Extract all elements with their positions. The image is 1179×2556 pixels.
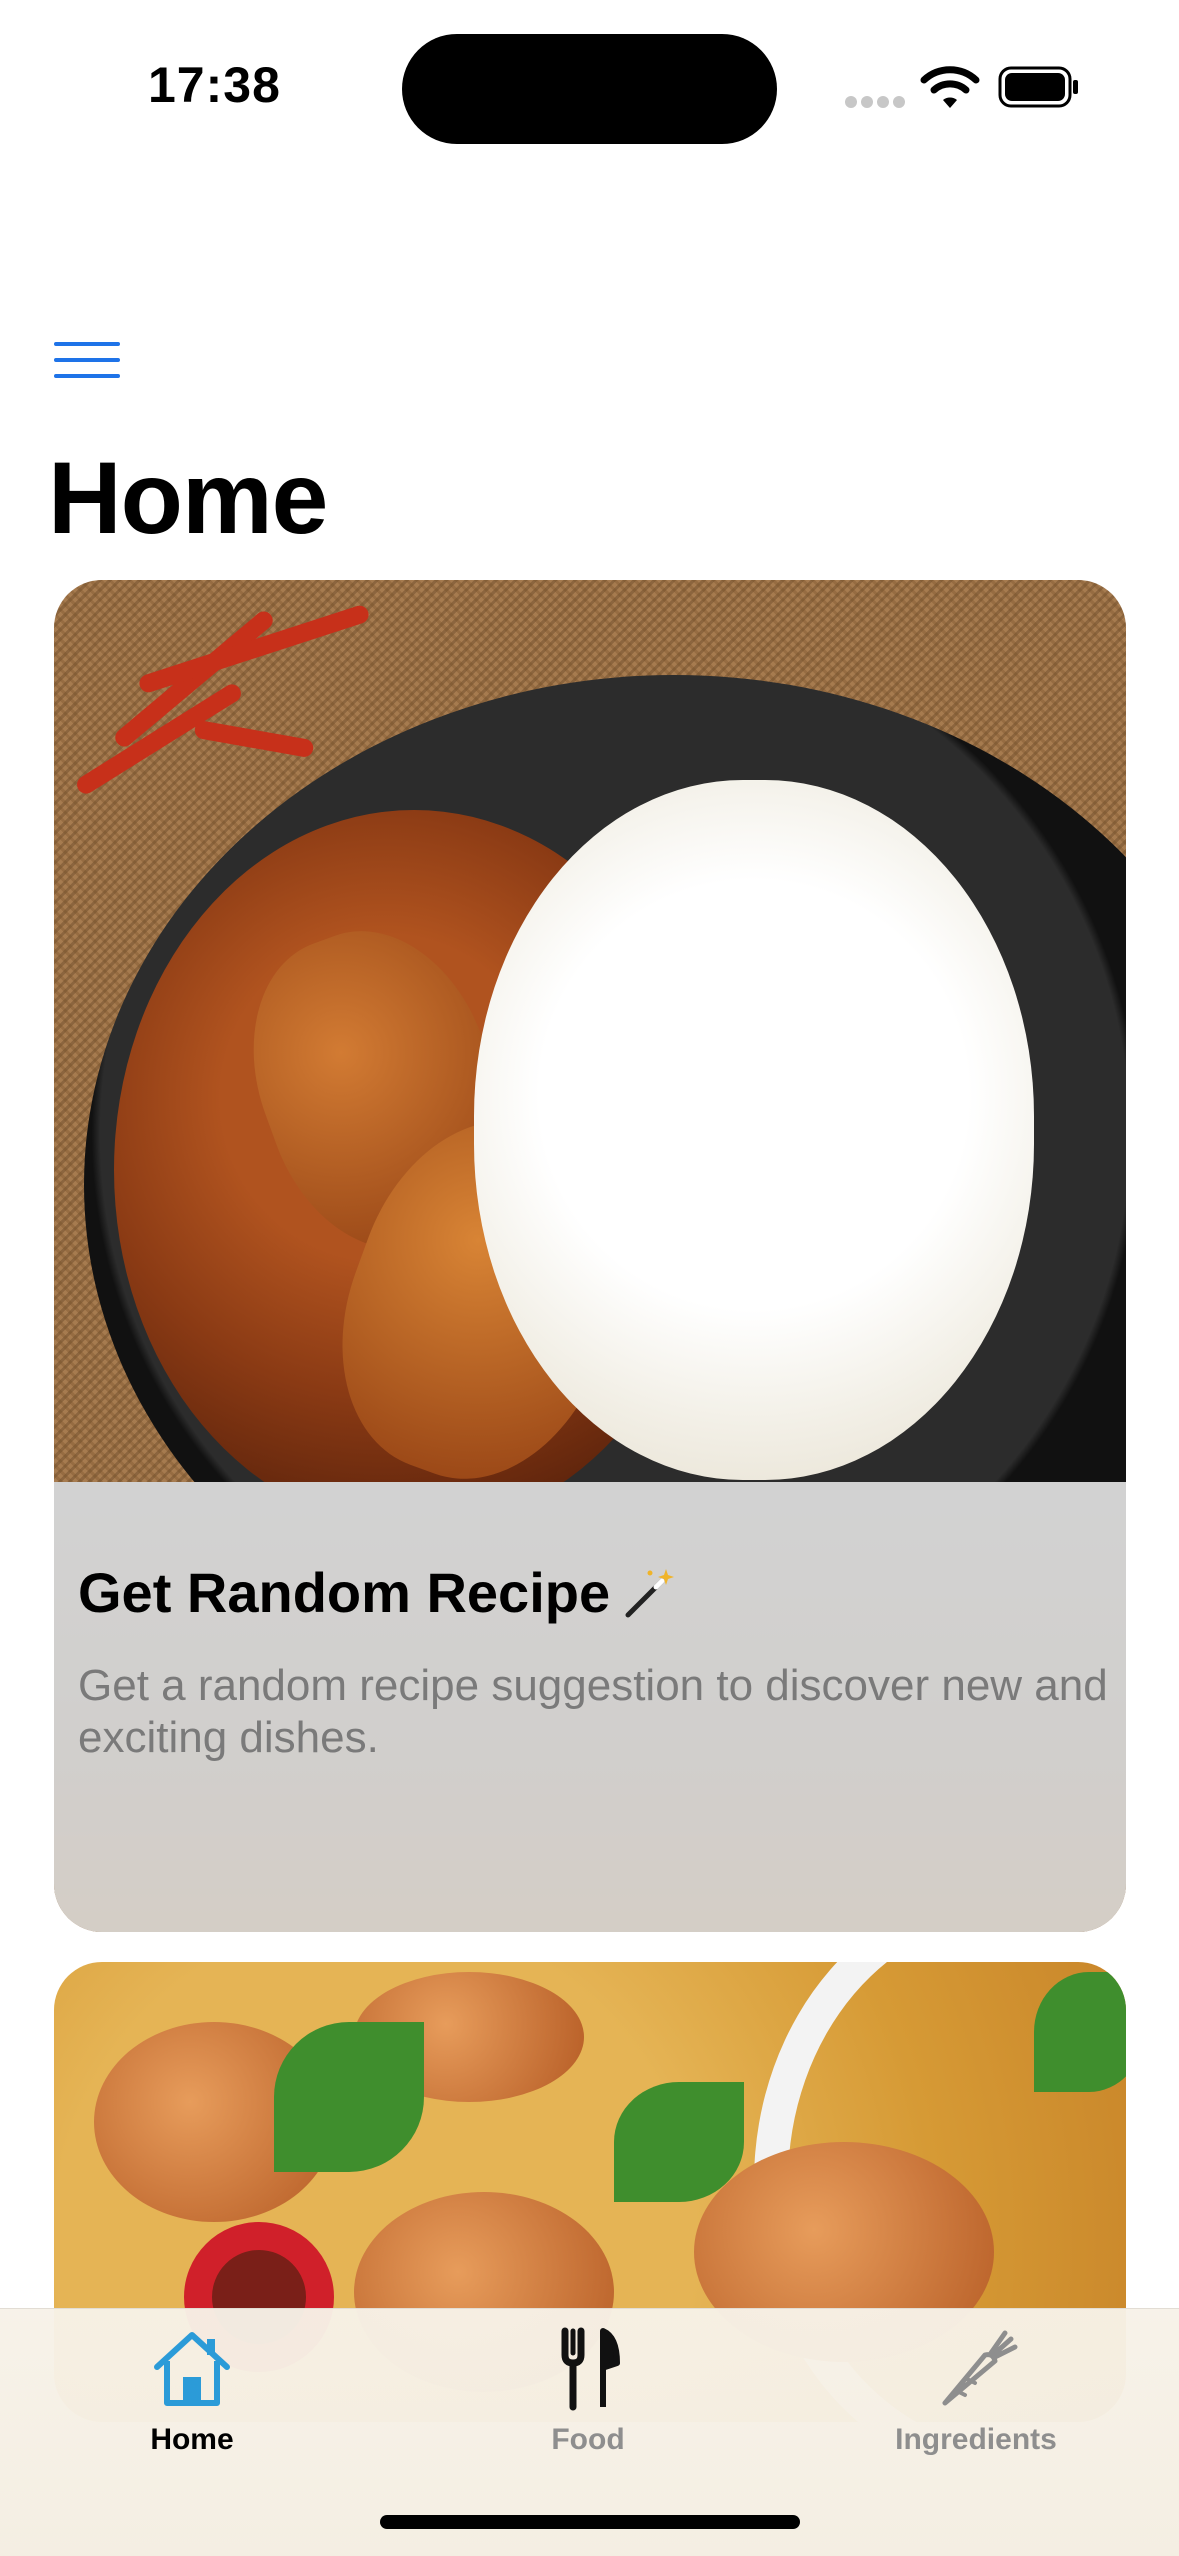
carrot-icon [942,2330,1018,2406]
card-title-text: Get Random Recipe [78,1561,611,1624]
signal-icon [845,96,905,110]
card-description: Get a random recipe suggestion to discov… [78,1661,1108,1762]
fork-knife-icon [561,2327,620,2411]
home-indicator [380,2515,800,2529]
tab-ingredients[interactable]: Ingredients [846,2323,1106,2463]
battery-icon [998,66,1078,108]
dynamic-island [402,34,777,144]
house-icon [154,2332,230,2406]
random-recipe-card[interactable]: Get Random Recipe Get a random recipe su… [54,580,1126,1932]
wifi-icon [920,66,980,108]
tab-food-label: Food [551,2423,625,2456]
cilantro-image [614,2082,744,2202]
page-title: Home [48,441,328,555]
magic-wand-icon [625,1568,675,1617]
tab-home-label: Home [150,2423,234,2456]
card-info-panel: Get Random Recipe Get a random recipe su… [54,1482,1126,1932]
status-time: 17:38 [148,57,281,113]
menu-icon[interactable] [54,340,120,380]
rice-image [474,780,1034,1480]
status-bar: 17:38 [0,0,1179,160]
tab-food[interactable]: Food [458,2323,718,2463]
cilantro-image [274,2022,424,2172]
card-title: Get Random Recipe [78,1560,676,1625]
tab-ingredients-label: Ingredients [895,2423,1057,2456]
tab-home[interactable]: Home [62,2323,322,2463]
